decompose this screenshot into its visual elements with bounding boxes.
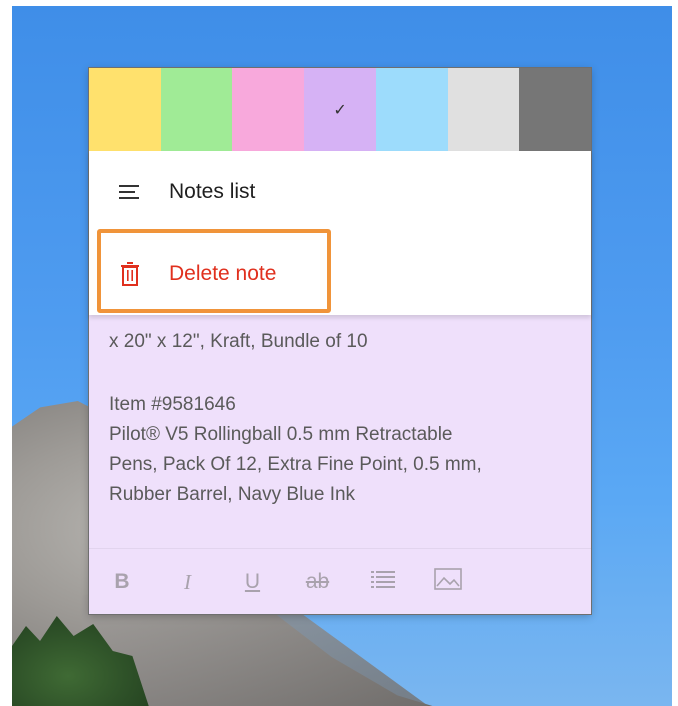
underline-icon: U	[244, 570, 261, 593]
bullet-list-button[interactable]	[350, 570, 415, 594]
notes-list-label: Notes list	[169, 180, 256, 203]
bold-icon: B	[114, 570, 130, 593]
image-icon	[433, 568, 462, 596]
note-line: Item #9581646	[109, 394, 236, 415]
hamburger-icon	[115, 184, 145, 200]
format-toolbar: B I U ab	[89, 548, 591, 615]
color-swatch-purple[interactable]: ✓	[304, 68, 376, 151]
note-content[interactable]: x 20" x 12", Kraft, Bundle of 10 Item #9…	[109, 315, 579, 510]
italic-button[interactable]: I	[155, 570, 220, 595]
note-line: Pens, Pack Of 12, Extra Fine Point, 0.5 …	[109, 454, 482, 475]
trash-icon	[115, 262, 145, 286]
add-image-button[interactable]	[415, 568, 480, 596]
color-swatch-yellow[interactable]	[89, 68, 161, 151]
color-swatch-green[interactable]	[160, 68, 233, 151]
delete-note-label: Delete note	[169, 262, 277, 285]
strikethrough-button[interactable]: ab	[285, 570, 350, 594]
list-icon	[370, 570, 395, 594]
color-swatch-gray[interactable]	[447, 68, 520, 151]
sticky-note-window: ✓ x 20" x 12", Kraft, Bundle of 10 Item …	[89, 68, 592, 615]
bold-button[interactable]: B	[89, 570, 155, 594]
underline-button[interactable]: U	[220, 570, 285, 594]
color-palette: ✓	[89, 68, 592, 151]
note-line: x 20" x 12", Kraft, Bundle of 10	[109, 331, 368, 352]
notes-list-menu-item[interactable]: Notes list	[89, 151, 591, 233]
note-line: Rubber Barrel, Navy Blue Ink	[109, 484, 356, 505]
color-swatch-pink[interactable]	[232, 68, 305, 151]
strikethrough-icon: ab	[305, 570, 330, 593]
checkmark-icon: ✓	[333, 101, 347, 119]
color-swatch-blue[interactable]	[375, 68, 448, 151]
color-swatch-charcoal[interactable]	[519, 68, 592, 151]
italic-icon: I	[184, 569, 191, 594]
note-line: Pilot® V5 Rollingball 0.5 mm Retractable	[109, 424, 453, 445]
delete-note-menu-item[interactable]: Delete note	[89, 233, 591, 315]
note-menu: Notes list Delete note	[89, 151, 591, 315]
